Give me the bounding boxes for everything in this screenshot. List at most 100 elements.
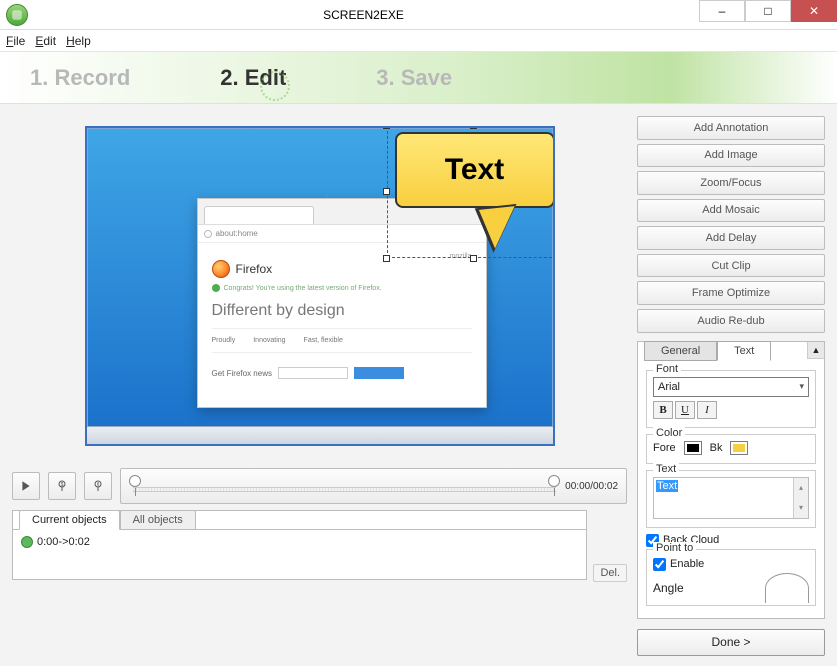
chevron-down-icon: ▾ — [799, 381, 804, 392]
text-input-value: Text — [656, 480, 678, 492]
tab-general[interactable]: General — [644, 341, 717, 361]
maximize-button[interactable]: □ — [745, 0, 791, 22]
scroll-down-icon[interactable]: ▾ — [794, 498, 808, 518]
step-save[interactable]: 3. Save — [376, 65, 452, 91]
color-legend: Color — [653, 427, 685, 439]
add-mosaic-button[interactable]: Add Mosaic — [637, 199, 825, 223]
angle-preview[interactable] — [765, 573, 809, 603]
resize-handle-ml[interactable] — [383, 188, 390, 195]
play-button[interactable] — [12, 472, 40, 500]
text-input[interactable]: Text ▴▾ — [653, 477, 809, 519]
main-area: about:home mozilla Firefox Congrats! You… — [0, 104, 837, 666]
scroll-up-button[interactable]: ▲ — [807, 342, 824, 359]
window-title: SCREEN2EXE — [28, 8, 699, 22]
close-button[interactable]: ✕ — [791, 0, 837, 22]
preview-wrap: about:home mozilla Firefox Congrats! You… — [12, 116, 627, 456]
frame-optimize-button[interactable]: Frame Optimize — [637, 281, 825, 305]
scroll-up-icon[interactable]: ▴ — [794, 478, 808, 498]
taskbar — [87, 426, 553, 444]
col1: Proudly — [212, 337, 236, 344]
get-label: Get Firefox news — [212, 369, 272, 378]
point-to-legend: Point to — [653, 542, 696, 554]
resize-handle-bl[interactable] — [383, 255, 390, 262]
font-select[interactable]: Arial ▾ — [653, 377, 809, 397]
right-column: Add Annotation Add Image Zoom/Focus Add … — [637, 116, 825, 656]
fore-label: Fore — [653, 442, 676, 454]
address-text: about:home — [216, 229, 258, 238]
add-annotation-button[interactable]: Add Annotation — [637, 116, 825, 140]
timeline-track[interactable] — [133, 487, 556, 492]
object-tabs: Current objects All objects — [19, 510, 586, 530]
timecode: 00:00/00:02 — [565, 481, 618, 492]
resize-handle-bm[interactable] — [470, 255, 477, 262]
timeline[interactable]: 00:00/00:02 — [120, 468, 627, 504]
enable-checkbox[interactable]: Enable — [653, 558, 809, 571]
timeline-marker-end[interactable] — [548, 475, 560, 487]
italic-button[interactable]: I — [697, 401, 717, 419]
firefox-name: Firefox — [236, 262, 273, 276]
objects-panel: Current objects All objects 0:00->0:02 — [12, 510, 587, 580]
app-icon — [6, 4, 28, 26]
properties-panel: ▲ General Text Font Arial ▾ B U I — [637, 341, 825, 619]
delete-button[interactable]: Del. — [593, 564, 627, 582]
email-placeholder — [278, 367, 348, 379]
menu-file[interactable]: File — [6, 34, 25, 48]
col2: Innovating — [253, 337, 285, 344]
property-tabs: General Text — [644, 341, 771, 361]
callout-bubble[interactable]: Text — [395, 132, 555, 208]
marker-end-button[interactable]: ¢ — [84, 472, 112, 500]
bold-button[interactable]: B — [653, 401, 673, 419]
menu-edit[interactable]: Edit — [35, 34, 56, 48]
font-legend: Font — [653, 364, 681, 375]
underline-button[interactable]: U — [675, 401, 695, 419]
step-edit[interactable]: 2. Edit — [220, 65, 286, 91]
audio-redub-button[interactable]: Audio Re-dub — [637, 309, 825, 333]
check-icon — [212, 284, 220, 292]
zoom-focus-button[interactable]: Zoom/Focus — [637, 171, 825, 195]
add-image-button[interactable]: Add Image — [637, 144, 825, 168]
object-item[interactable]: 0:00->0:02 — [21, 536, 90, 548]
color-fieldset: Color Fore Bk — [646, 434, 816, 464]
video-preview[interactable]: about:home mozilla Firefox Congrats! You… — [85, 126, 555, 446]
playback-controls: $ ¢ 00:00/00:02 — [12, 468, 627, 504]
text-scrollbar[interactable]: ▴▾ — [793, 478, 808, 518]
left-column: about:home mozilla Firefox Congrats! You… — [12, 116, 627, 656]
text-fieldset: Text Text ▴▾ — [646, 470, 816, 528]
timeline-marker-start[interactable] — [129, 475, 141, 487]
enable-input[interactable] — [653, 558, 666, 571]
signup-button — [354, 367, 404, 379]
font-value: Arial — [658, 381, 680, 393]
angle-label: Angle — [653, 581, 684, 595]
point-to-fieldset: Point to Enable Angle — [646, 549, 816, 606]
browser-tab — [204, 206, 314, 224]
col3: Fast, flexible — [304, 337, 343, 344]
step-record[interactable]: 1. Record — [30, 65, 130, 91]
menu-help[interactable]: Help — [66, 34, 91, 48]
reload-icon — [204, 230, 212, 238]
firefox-logo-icon — [212, 260, 230, 278]
tab-text[interactable]: Text — [717, 341, 771, 361]
resize-handle-tl[interactable] — [383, 126, 390, 129]
font-fieldset: Font Arial ▾ B U I — [646, 370, 816, 428]
firefox-headline: Different by design — [212, 302, 472, 320]
firefox-msg: Congrats! You're using the latest versio… — [224, 285, 382, 292]
tab-all-objects[interactable]: All objects — [120, 510, 196, 530]
browser-body: mozilla Firefox Congrats! You're using t… — [198, 243, 486, 389]
object-item-label: 0:00->0:02 — [37, 536, 90, 548]
menu-bar: File Edit Help — [0, 30, 837, 52]
callout-tail[interactable] — [474, 204, 521, 254]
bk-color-swatch[interactable] — [730, 441, 748, 455]
annotation-icon — [21, 536, 33, 548]
annotation-selection[interactable]: Text — [387, 126, 555, 258]
minimize-button[interactable]: – — [699, 0, 745, 22]
add-delay-button[interactable]: Add Delay — [637, 226, 825, 250]
text-legend: Text — [653, 463, 679, 475]
fore-color-swatch[interactable] — [684, 441, 702, 455]
marker-start-button[interactable]: $ — [48, 472, 76, 500]
resize-handle-tm[interactable] — [470, 126, 477, 129]
done-button[interactable]: Done > — [637, 629, 825, 656]
window-titlebar: SCREEN2EXE – □ ✕ — [0, 0, 837, 30]
step-bar: 1. Record 2. Edit 3. Save — [0, 52, 837, 104]
tab-current-objects[interactable]: Current objects — [19, 510, 120, 530]
cut-clip-button[interactable]: Cut Clip — [637, 254, 825, 278]
